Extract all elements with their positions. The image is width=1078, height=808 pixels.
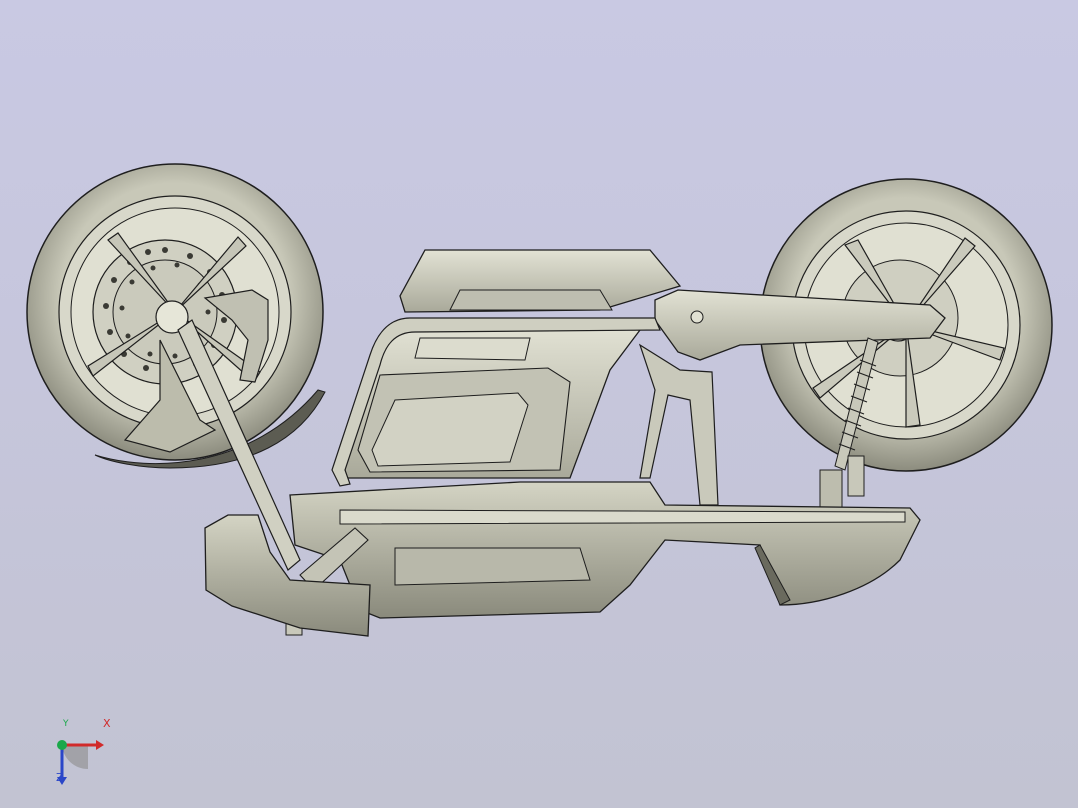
front-wheel[interactable] [26, 163, 326, 469]
x-axis-label: X [103, 717, 111, 730]
battery-inset [371, 392, 529, 467]
belly-rail [339, 509, 906, 525]
graphics-viewport[interactable]: X Y Z [0, 0, 1078, 808]
y-axis-label: Y [63, 719, 69, 729]
x-arrowhead-icon [96, 740, 104, 750]
side-vent [414, 337, 531, 361]
z-axis-label: Z [56, 771, 64, 784]
tank-recess [449, 289, 613, 311]
swingarm-pivot [690, 310, 704, 324]
belly-inset [394, 547, 591, 586]
y-axis-dot [57, 740, 67, 750]
triad-graphic [57, 740, 104, 785]
rear-frame-strut [638, 343, 719, 506]
triad-quadrant [62, 745, 88, 770]
motorcycle-model[interactable] [0, 0, 1078, 808]
axis-triad: X Y Z [40, 717, 130, 795]
